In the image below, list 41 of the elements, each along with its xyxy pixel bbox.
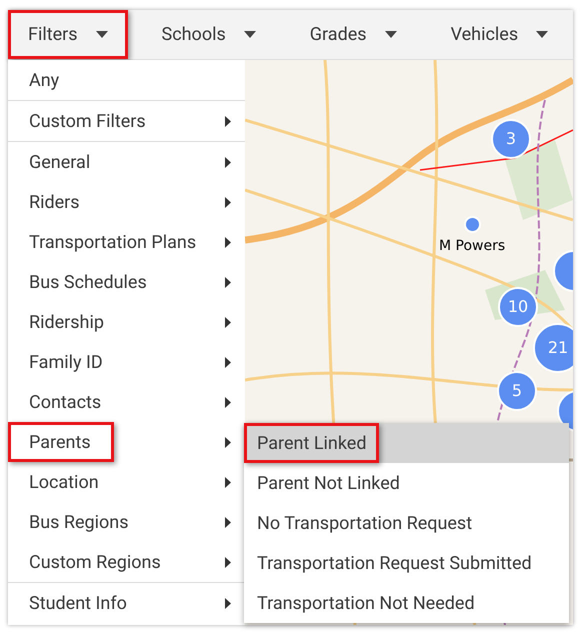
- submenu-item[interactable]: No Transportation Request: [244, 503, 569, 543]
- submenu-arrow-icon: [225, 436, 231, 448]
- caret-icon: [384, 31, 397, 38]
- caret-icon: [96, 31, 108, 38]
- menu-item[interactable]: Contacts: [8, 382, 245, 422]
- submenu-arrow-icon: [225, 556, 231, 568]
- menu-button[interactable]: Grades: [290, 10, 417, 59]
- caret-icon: [536, 31, 548, 38]
- submenu-arrow-icon: [225, 598, 231, 608]
- menu-item[interactable]: Transportation Plans: [8, 222, 245, 262]
- submenu-arrow-icon: [225, 396, 231, 408]
- menu-item[interactable]: Any: [8, 60, 245, 100]
- menu-item[interactable]: Location: [8, 462, 245, 502]
- menu-item[interactable]: Parents: [8, 422, 245, 462]
- submenu-arrow-icon: [225, 476, 231, 488]
- menu-item[interactable]: Custom Filters: [8, 101, 245, 141]
- submenu-item[interactable]: Transportation Request Submitted: [244, 543, 569, 583]
- submenu-arrow-icon: [225, 516, 231, 528]
- submenu-arrow-icon: [225, 156, 231, 168]
- menu-button[interactable]: Vehicles: [430, 10, 568, 59]
- menu-button[interactable]: Schools: [142, 10, 276, 59]
- submenu-arrow-icon: [225, 356, 231, 368]
- menu-item[interactable]: Student Info: [8, 583, 245, 623]
- submenu-arrow-icon: [225, 116, 231, 126]
- submenu-arrow-icon: [225, 236, 231, 248]
- menu-item[interactable]: Ridership: [8, 302, 245, 342]
- caret-icon: [244, 31, 256, 38]
- menu-item[interactable]: Custom Regions: [8, 542, 245, 582]
- menu-item[interactable]: General: [8, 142, 245, 182]
- submenu-item[interactable]: Parent Linked: [244, 423, 569, 463]
- menu-item[interactable]: Bus Regions: [8, 502, 245, 542]
- menu-item[interactable]: Family ID: [8, 342, 245, 382]
- menu-button[interactable]: Filters: [8, 10, 128, 59]
- submenu-arrow-icon: [225, 316, 231, 328]
- submenu-item[interactable]: Parent Not Linked: [244, 463, 569, 503]
- location-label: M Powers: [439, 237, 506, 256]
- menu-item[interactable]: Bus Schedules: [8, 262, 245, 302]
- submenu-item[interactable]: Transportation Not Needed: [244, 583, 569, 623]
- submenu-arrow-icon: [225, 276, 231, 288]
- menu-item[interactable]: Riders: [8, 182, 245, 222]
- submenu-arrow-icon: [225, 196, 231, 208]
